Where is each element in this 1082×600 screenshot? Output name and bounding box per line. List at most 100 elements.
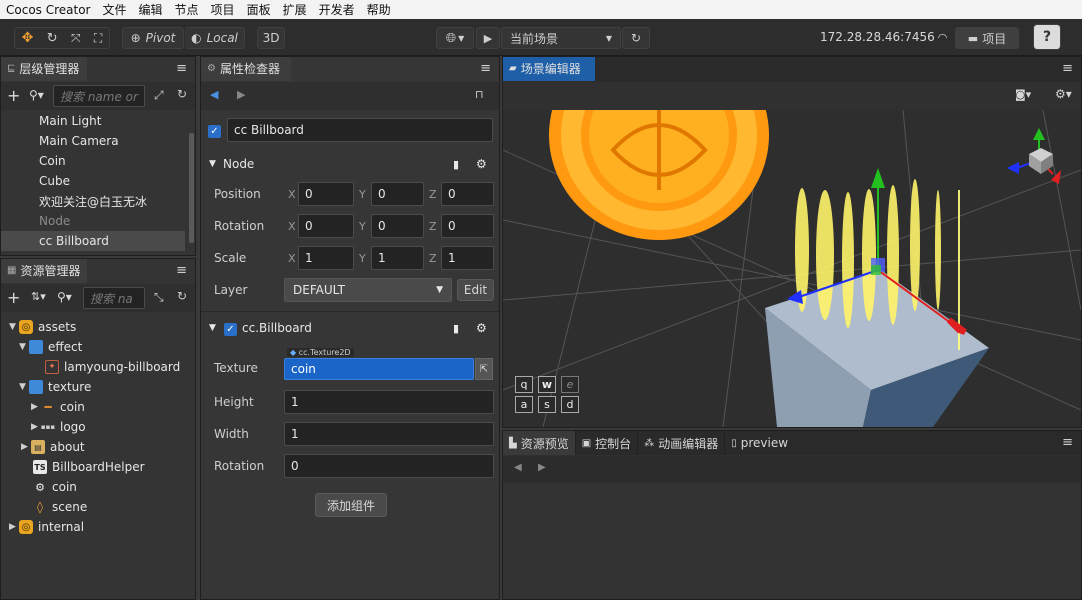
tree-item[interactable]: Node	[1, 211, 185, 231]
scene-tab[interactable]: ▰ 场景编辑器	[503, 57, 595, 81]
panel-menu-icon[interactable]: ≡	[176, 61, 187, 76]
menu-node[interactable]: 节点	[169, 1, 205, 18]
position-x-input[interactable]: 0	[298, 182, 354, 206]
move-tool-icon[interactable]: ✥	[22, 30, 34, 46]
component-enabled-checkbox[interactable]: ✓	[224, 321, 237, 336]
menu-file[interactable]: 文件	[97, 1, 133, 18]
gear-icon[interactable]: ⚙	[476, 321, 487, 335]
assets-search-input[interactable]: 搜索 na	[83, 287, 145, 309]
tree-item[interactable]: TS BillboardHelper	[1, 457, 185, 477]
hierarchy-scrollbar[interactable]	[189, 133, 194, 243]
node-name-input[interactable]: cc Billboard	[227, 118, 493, 142]
menu-help[interactable]: 帮助	[361, 1, 397, 18]
locate-asset-button[interactable]: ⇱	[475, 358, 493, 380]
rotation-z-input[interactable]: 0	[441, 214, 494, 238]
mode-3d-toggle[interactable]: 3D	[257, 27, 285, 49]
camera-icon[interactable]: ◙▾	[1015, 88, 1031, 101]
rect-tool-icon[interactable]: ⛶	[94, 31, 102, 46]
refresh-icon[interactable]: ↻	[177, 87, 187, 101]
tree-item[interactable]: 欢迎关注@白玉无冰	[1, 191, 185, 211]
sort-icon[interactable]: ⇅▾	[31, 290, 46, 303]
forward-arrow-icon[interactable]: ▶	[538, 462, 546, 473]
tab-preview[interactable]: ▯ preview	[725, 431, 794, 455]
gear-icon[interactable]: ⚙▾	[1055, 87, 1072, 101]
preview-address[interactable]: 172.28.28.46:7456 ◠	[820, 30, 947, 44]
panel-menu-icon[interactable]: ≡	[176, 263, 187, 278]
menu-developer[interactable]: 开发者	[313, 1, 361, 18]
forward-arrow-icon[interactable]: ▶	[237, 88, 245, 101]
add-component-button[interactable]: 添加组件	[315, 493, 387, 517]
tree-item[interactable]: Cube	[1, 171, 185, 191]
tab-asset-preview[interactable]: ▙ 资源预览	[503, 431, 576, 455]
height-input[interactable]: 1	[284, 390, 494, 414]
help-button[interactable]: ?	[1033, 24, 1061, 50]
scale-x-input[interactable]: 1	[298, 246, 354, 270]
position-y-input[interactable]: 0	[371, 182, 424, 206]
refresh-button[interactable]: ↻	[622, 27, 650, 49]
scene-select[interactable]: 当前场景 ▼	[501, 27, 621, 49]
panel-menu-icon[interactable]: ≡	[1062, 435, 1073, 450]
search-type-icon[interactable]: ⚲▾	[57, 290, 72, 304]
rotate-tool-icon[interactable]: ↻	[47, 31, 58, 46]
tree-item[interactable]: ✦ lamyoung-billboard	[1, 357, 185, 377]
back-arrow-icon[interactable]: ◀	[210, 88, 218, 101]
billboard-rotation-input[interactable]: 0	[284, 454, 494, 478]
key-s[interactable]: s	[538, 396, 556, 413]
search-type-icon[interactable]: ⚲▾	[29, 88, 44, 102]
texture-asset-field[interactable]: coin	[284, 358, 474, 380]
scale-z-input[interactable]: 1	[441, 246, 494, 270]
layer-select[interactable]: DEFAULT ▼	[284, 278, 452, 302]
gear-icon[interactable]: ⚙	[476, 157, 487, 171]
tree-item-selected[interactable]: cc Billboard	[1, 231, 185, 251]
menu-edit[interactable]: 编辑	[133, 1, 169, 18]
node-active-checkbox[interactable]: ✓	[208, 123, 221, 138]
key-w[interactable]: w	[538, 376, 556, 393]
width-input[interactable]: 1	[284, 422, 494, 446]
book-icon[interactable]: ▮	[453, 158, 459, 171]
lock-icon[interactable]: ⊓	[475, 88, 484, 101]
billboard-section-header[interactable]: ▼ ✓ cc.Billboard ▮ ⚙	[201, 316, 499, 340]
menu-project[interactable]: 项目	[205, 1, 241, 18]
tree-item[interactable]: ▼ texture	[1, 377, 185, 397]
key-q[interactable]: q	[515, 376, 533, 393]
local-toggle[interactable]: ◐ Local	[185, 27, 245, 49]
book-icon[interactable]: ▮	[453, 322, 459, 335]
hierarchy-search-input[interactable]: 搜索 name or	[53, 85, 145, 107]
inspector-tab[interactable]: ⚙ 属性检查器	[201, 57, 291, 81]
orientation-gizmo[interactable]	[1007, 128, 1061, 184]
tree-item[interactable]: ▼ ◎ assets	[1, 317, 185, 337]
tab-animation[interactable]: ⁂ 动画编辑器	[638, 431, 726, 455]
platform-select[interactable]: 🌐︎ ▼	[436, 27, 474, 49]
hierarchy-tab[interactable]: ⊑ 层级管理器	[1, 57, 87, 81]
pivot-toggle[interactable]: ⊕ Pivot	[122, 27, 184, 49]
node-section-header[interactable]: ▼ Node ▮ ⚙	[201, 152, 499, 176]
tree-item[interactable]: Coin	[1, 151, 185, 171]
tree-item[interactable]: ▶ ◎ internal	[1, 517, 185, 537]
tree-item[interactable]: ▶ ▤ about	[1, 437, 185, 457]
tree-item[interactable]: ▶ ▪▪▪ logo	[1, 417, 185, 437]
key-e[interactable]: e	[561, 376, 579, 393]
layer-edit-button[interactable]: Edit	[457, 279, 494, 301]
key-d[interactable]: d	[561, 396, 579, 413]
tree-item[interactable]: ▶ ━ coin	[1, 397, 185, 417]
add-asset-icon[interactable]: +	[7, 288, 20, 307]
open-project-button[interactable]: ▬ 项目	[955, 27, 1019, 49]
tree-item[interactable]: ◊ scene	[1, 497, 185, 517]
tree-item[interactable]: Main Light	[1, 111, 185, 131]
back-arrow-icon[interactable]: ◀	[514, 462, 522, 473]
panel-menu-icon[interactable]: ≡	[1062, 61, 1073, 76]
menu-extension[interactable]: 扩展	[277, 1, 313, 18]
scale-tool-icon[interactable]: ⤧	[71, 31, 81, 46]
refresh-icon[interactable]: ↻	[177, 289, 187, 303]
expand-icon[interactable]: ⤢	[154, 88, 164, 103]
add-node-icon[interactable]: +	[7, 86, 20, 105]
rotation-y-input[interactable]: 0	[371, 214, 424, 238]
scene-viewport[interactable]: q w e a s d	[503, 110, 1081, 427]
position-z-input[interactable]: 0	[441, 182, 494, 206]
menu-panel[interactable]: 面板	[241, 1, 277, 18]
play-button[interactable]: ▶	[476, 27, 500, 49]
tab-console[interactable]: ▣ 控制台	[576, 431, 639, 455]
menu-app[interactable]: Cocos Creator	[0, 3, 97, 17]
tree-item[interactable]: Main Camera	[1, 131, 185, 151]
collapse-icon[interactable]: ⤡	[154, 290, 164, 305]
